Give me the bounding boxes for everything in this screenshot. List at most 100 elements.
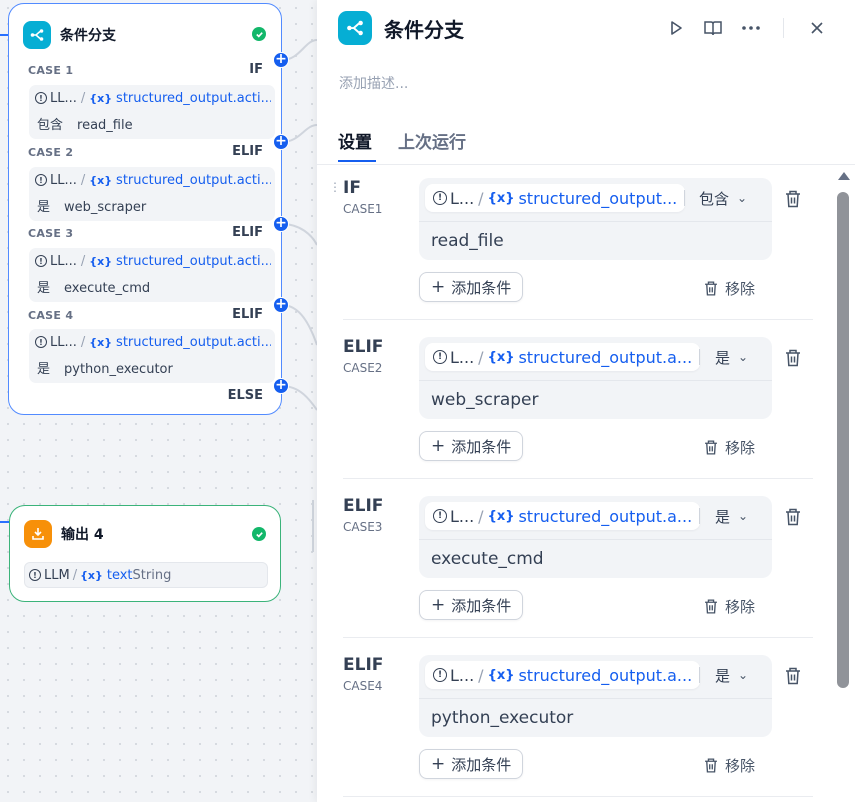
compare-value-input[interactable]: python_executor (431, 708, 573, 728)
delete-condition-button[interactable] (782, 665, 804, 687)
condition-row[interactable]: ! LL... / {x} structured_output.acti... 是e… (29, 248, 275, 302)
add-branch-handle[interactable]: + (273, 52, 289, 68)
var-source: L... (450, 347, 475, 367)
toolbar-divider (783, 18, 784, 38)
description-input[interactable]: 添加描述... (339, 73, 408, 93)
case-label: CASE 1 (28, 64, 74, 77)
operator-select[interactable]: 是 ⌄ (715, 347, 748, 367)
remove-case-button[interactable]: 移除 (703, 278, 755, 299)
remove-label: 移除 (725, 757, 756, 775)
var-name: structured_output.acti... (116, 253, 271, 269)
add-branch-handle[interactable]: + (273, 297, 289, 313)
remove-case-button[interactable]: 移除 (703, 596, 755, 617)
delete-condition-button[interactable] (782, 347, 804, 369)
tab-divider (317, 164, 855, 165)
plus-icon: + (431, 595, 446, 615)
more-button[interactable] (739, 16, 763, 40)
case-label: CASE 4 (28, 309, 74, 322)
condition-row[interactable]: ! LL... / {x} structured_output.acti... 是w… (29, 167, 275, 221)
scroll-up-arrow-icon[interactable] (838, 172, 850, 180)
node-title: 输出 4 (61, 527, 104, 543)
close-button[interactable] (805, 16, 829, 40)
more-icon (742, 26, 760, 30)
book-icon (704, 21, 722, 36)
success-check-icon (252, 527, 266, 541)
node-settings-panel: 条件分支 添加描述... 设置 上次运行 ⋮⋮ IF CASE1 ! L... /… (317, 0, 855, 802)
add-condition-button[interactable]: + 添加条件 (419, 431, 524, 461)
llm-icon: ! (35, 336, 47, 348)
output-node[interactable]: 输出 4 ! LLM / {x} text String (9, 505, 281, 602)
compare-value: web_scraper (64, 200, 147, 215)
output-icon (24, 520, 52, 548)
variable-selector[interactable]: ! L... / {x} structured_output.a... (425, 661, 701, 689)
operator-select[interactable]: 是 ⌄ (715, 665, 748, 685)
trash-icon (705, 281, 717, 296)
workflow-canvas[interactable]: 条件分支 CASE 1 IF ! LL... / {x} structured_ou… (0, 0, 317, 802)
remove-case-button[interactable]: 移除 (703, 755, 755, 776)
plus-icon: + (431, 436, 446, 456)
compare-value: execute_cmd (64, 281, 151, 296)
var-source: LLM (44, 567, 70, 583)
trash-icon (786, 190, 800, 208)
llm-icon: ! (35, 92, 47, 104)
case-separator (343, 637, 813, 638)
operator-select[interactable]: 是 ⌄ (715, 506, 748, 526)
llm-icon: ! (35, 174, 47, 186)
run-button[interactable] (664, 16, 688, 40)
case-keyword: ELIF (232, 225, 263, 240)
compare-value-input[interactable]: web_scraper (431, 390, 539, 410)
operator: 是 (715, 348, 731, 367)
remove-label: 移除 (725, 598, 756, 616)
variable-selector[interactable]: ! L... / {x} structured_output.a... (425, 343, 701, 371)
case-keyword: IF (343, 178, 361, 198)
llm-icon: ! (35, 255, 47, 267)
llm-icon: ! (29, 569, 41, 581)
delete-condition-button[interactable] (782, 188, 804, 210)
case-name: CASE4 (343, 679, 383, 693)
tab-settings[interactable]: 设置 (338, 128, 372, 153)
variable-icon: {x} (89, 254, 113, 268)
separator (699, 349, 700, 365)
compare-value-input[interactable]: read_file (431, 231, 504, 251)
plus-icon: + (431, 277, 446, 297)
panel-title[interactable]: 条件分支 (384, 14, 464, 43)
case-block: ELIF CASE3 ! L... / {x} structured_output.… (317, 496, 817, 656)
case-name: CASE3 (343, 520, 383, 534)
variable-icon: {x} (487, 349, 515, 365)
var-name: text (106, 567, 133, 583)
tab-last-run[interactable]: 上次运行 (398, 128, 466, 153)
scrollbar-thumb[interactable] (837, 192, 849, 688)
operator-select[interactable]: 包含 ⌄ (699, 188, 747, 208)
case-block: ELIF CASE2 ! L... / {x} structured_output.… (317, 337, 817, 497)
add-condition-button[interactable]: + 添加条件 (419, 749, 524, 779)
add-branch-handle[interactable]: + (273, 378, 289, 394)
condition-box: ! L... / {x} structured_output.a... 是 ⌄ we… (419, 337, 772, 419)
add-condition-button[interactable]: + 添加条件 (419, 272, 524, 302)
scrollbar[interactable] (836, 172, 850, 802)
trash-icon (705, 758, 717, 773)
add-branch-handle[interactable]: + (273, 134, 289, 150)
condition-box: ! L... / {x} structured_output.a... 是 ⌄ py… (419, 655, 772, 737)
docs-button[interactable] (701, 16, 725, 40)
variable-selector[interactable]: ! L... / {x} structured_output.a... (425, 502, 701, 530)
add-condition-label: 添加条件 (451, 278, 512, 297)
variable-icon: {x} (89, 335, 113, 349)
condition-row[interactable]: ! LL... / {x} structured_output.acti... 包含… (29, 85, 275, 139)
operator: 是 (715, 666, 731, 685)
remove-case-button[interactable]: 移除 (703, 437, 755, 458)
llm-icon: ! (433, 668, 447, 682)
case-separator (343, 319, 813, 320)
delete-condition-button[interactable] (782, 506, 804, 528)
condition-row[interactable]: ! LL... / {x} structured_output.acti... 是p… (29, 329, 275, 383)
variable-selector[interactable]: ! L... / {x} structured_output... (425, 184, 686, 212)
add-condition-button[interactable]: + 添加条件 (419, 590, 524, 620)
add-branch-handle[interactable]: + (273, 216, 289, 232)
case-label: CASE 2 (28, 146, 74, 159)
compare-value-input[interactable]: execute_cmd (431, 549, 544, 569)
var-source: L... (450, 506, 475, 526)
trash-icon (786, 349, 800, 367)
separator (699, 508, 700, 524)
llm-icon: ! (433, 191, 447, 205)
var-name: structured_output.a... (518, 665, 693, 685)
ifelse-node[interactable]: 条件分支 CASE 1 IF ! LL... / {x} structured_ou… (8, 3, 282, 415)
